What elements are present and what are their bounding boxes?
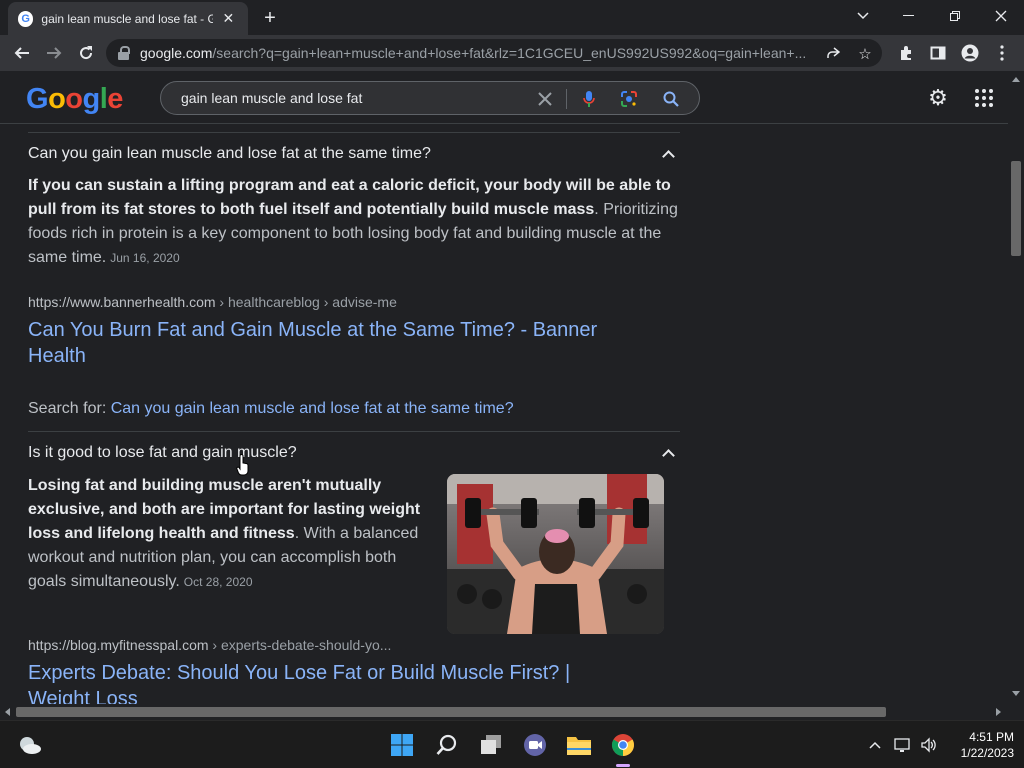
show-hidden-icons-chevron-icon[interactable] [860,729,890,761]
scroll-left-arrow-icon[interactable] [5,708,10,716]
active-app-indicator [616,764,630,767]
section-divider [28,132,680,133]
result-thumbnail-image[interactable] [447,474,664,634]
search-divider [566,89,567,109]
answer-date: Jun 16, 2020 [110,251,180,265]
vertical-scrollbar[interactable] [1008,71,1024,704]
search-results: Can you gain lean muscle and lose fat at… [0,124,1008,704]
tab-search-chevron-icon[interactable] [840,0,886,32]
citation-host: https://blog.myfitnesspal.com [28,637,209,653]
profile-icon[interactable] [958,41,982,65]
result-title-link[interactable]: Experts Debate: Should You Lose Fat or B… [28,660,628,704]
google-apps-icon[interactable] [972,86,996,110]
clear-search-icon[interactable] [533,87,557,111]
teams-icon[interactable] [519,729,551,761]
horizontal-scroll-thumb[interactable] [16,707,886,717]
title-bar: G gain lean muscle and lose fat - G ✕ + [0,0,1024,35]
window-close-icon[interactable] [978,0,1024,32]
task-view-icon[interactable] [475,729,507,761]
search-input[interactable]: gain lean muscle and lose fat [181,90,362,106]
answer-snippet: Losing fat and building muscle aren't mu… [28,474,428,594]
search-for-label: Search for: [28,400,111,417]
url-text[interactable]: google.com/search?q=gain+lean+muscle+and… [140,45,810,61]
search-for-line: Search for: Can you gain lean muscle and… [28,400,514,418]
restore-icon[interactable] [932,0,978,32]
citation-path: › experts-debate-should-yo... [208,637,392,653]
windows-taskbar: 4:51 PM 1/22/2023 [0,720,1024,768]
answer-date: Oct 28, 2020 [183,575,253,589]
clock-date: 1/22/2023 [960,746,1014,760]
back-icon[interactable] [8,39,36,67]
answer-snippet: If you can sustain a lifting program and… [28,174,688,270]
vertical-scroll-thumb[interactable] [1011,161,1021,256]
voice-search-icon[interactable] [577,87,601,111]
section-divider [28,431,680,432]
citation-path: › healthcareblog › advise-me [215,294,397,310]
settings-gear-icon[interactable]: ⚙ [924,84,952,112]
result-title-link[interactable]: Can You Burn Fat and Gain Muscle at the … [28,317,628,369]
forward-icon[interactable] [40,39,68,67]
menu-icon[interactable] [990,41,1014,65]
clock-time: 4:51 PM [969,730,1014,744]
share-icon[interactable] [822,43,844,65]
chrome-icon[interactable] [607,729,639,761]
hand-cursor-icon [236,454,249,476]
lock-icon[interactable] [118,46,130,60]
file-explorer-icon[interactable] [563,729,595,761]
horizontal-scrollbar[interactable] [0,704,1008,720]
windows-start-icon[interactable] [386,729,418,761]
scroll-down-arrow-icon[interactable] [1012,691,1020,696]
search-for-link[interactable]: Can you gain lean muscle and lose fat at… [111,400,514,417]
weather-icon[interactable] [14,729,46,761]
volume-icon[interactable] [914,729,944,761]
address-bar[interactable]: google.com/search?q=gain+lean+muscle+and… [106,39,882,67]
chevron-up-icon[interactable] [660,445,676,461]
related-question[interactable]: Is it good to lose fat and gain muscle? [28,444,297,462]
google-header: Google gain lean muscle and lose fat ⚙ [0,71,1008,124]
scroll-right-arrow-icon[interactable] [996,708,1001,716]
side-panel-icon[interactable] [926,41,950,65]
minimize-icon[interactable] [886,0,932,32]
lens-search-icon[interactable] [617,87,641,111]
tab-close-icon[interactable]: ✕ [219,9,238,29]
browser-toolbar: google.com/search?q=gain+lean+muscle+and… [0,35,1024,71]
search-icon[interactable] [659,87,683,111]
star-icon[interactable]: ☆ [854,43,876,65]
google-doodle-logo[interactable]: Google [26,83,123,116]
chevron-up-icon[interactable] [660,146,676,162]
answer-highlight: If you can sustain a lifting program and… [28,177,671,218]
related-question[interactable]: Can you gain lean muscle and lose fat at… [28,145,431,163]
extensions-icon[interactable] [894,41,918,65]
new-tab-icon[interactable]: + [258,6,282,30]
search-box[interactable]: gain lean muscle and lose fat [160,81,700,115]
search-icon[interactable] [431,729,463,761]
google-favicon-icon: G [18,10,34,27]
reload-icon[interactable] [72,39,100,67]
browser-tab[interactable]: G gain lean muscle and lose fat - G ✕ [8,2,248,35]
tab-title: gain lean muscle and lose fat - G [41,11,213,26]
result-citation[interactable]: https://blog.myfitnesspal.com › experts-… [28,637,391,653]
scroll-up-arrow-icon[interactable] [1012,77,1020,82]
citation-host: https://www.bannerhealth.com [28,294,216,310]
system-clock[interactable]: 4:51 PM 1/22/2023 [944,729,1014,761]
result-citation[interactable]: https://www.bannerhealth.com › healthcar… [28,294,397,310]
